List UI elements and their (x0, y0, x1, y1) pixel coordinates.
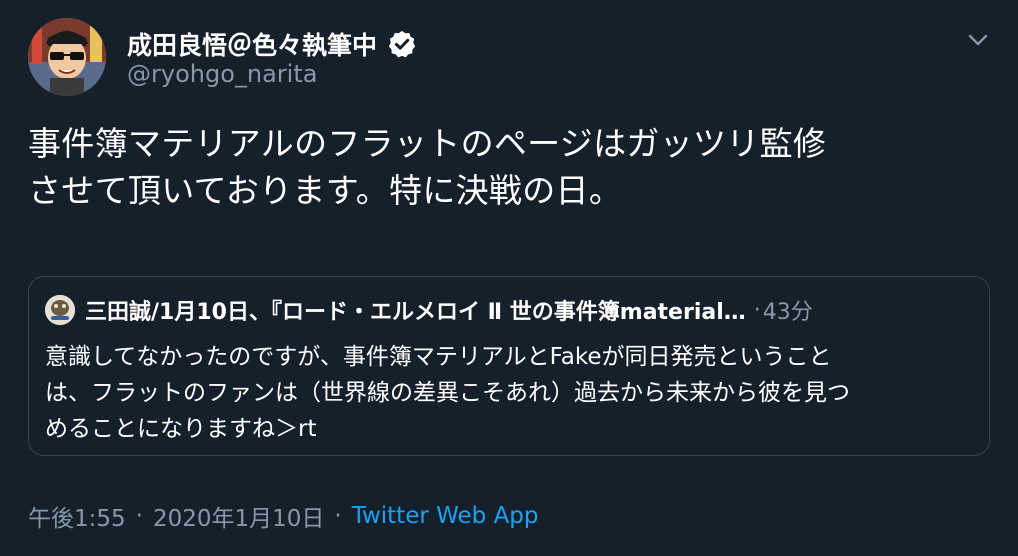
quoted-avatar-icon (45, 295, 75, 325)
quoted-author-avatar (45, 295, 75, 325)
more-options-button[interactable] (962, 24, 994, 56)
chevron-down-icon (968, 34, 988, 46)
author-handle[interactable]: @ryohgo_narita (127, 60, 317, 88)
tweet-text: 事件簿マテリアルのフラットのページはガッツリ監修 させて頂いております。特に決戦… (28, 124, 827, 210)
tweet: 成田良悟＠色々執筆中 @ryohgo_narita 事件簿マテリアルのフラットの… (0, 0, 1018, 556)
author-name[interactable]: 成田良悟＠色々執筆中 (127, 26, 377, 62)
author-name-row: 成田良悟＠色々執筆中 (127, 24, 417, 64)
tweet-time[interactable]: 午後1:55 (28, 499, 126, 533)
tweet-date[interactable]: 2020年1月10日 (153, 499, 324, 533)
verified-badge-icon (387, 29, 417, 59)
quoted-tweet-header: 三田誠/1月10日、『ロード・エルメロイ Ⅱ 世の事件簿material… · … (45, 293, 973, 327)
quoted-tweet-text: 意識してなかったのですが、事件簿マテリアルとFakeが同日発売ということ は、フ… (45, 344, 850, 442)
tweet-source-link[interactable]: Twitter Web App (352, 503, 539, 529)
tweet-footer: 午後1:55 · 2020年1月10日 · Twitter Web App (28, 498, 539, 534)
quoted-time: 43分 (762, 300, 813, 325)
author-avatar[interactable] (28, 18, 106, 96)
quoted-tweet-card[interactable]: 三田誠/1月10日、『ロード・エルメロイ Ⅱ 世の事件簿material… · … (28, 276, 990, 456)
quoted-author-name: 三田誠/1月10日、『ロード・エルメロイ Ⅱ 世の事件簿material… (85, 300, 746, 325)
footer-separator-2: · (334, 503, 342, 529)
user-avatar-icon (28, 18, 106, 96)
quoted-separator: · (753, 297, 761, 323)
footer-separator: · (135, 503, 143, 529)
